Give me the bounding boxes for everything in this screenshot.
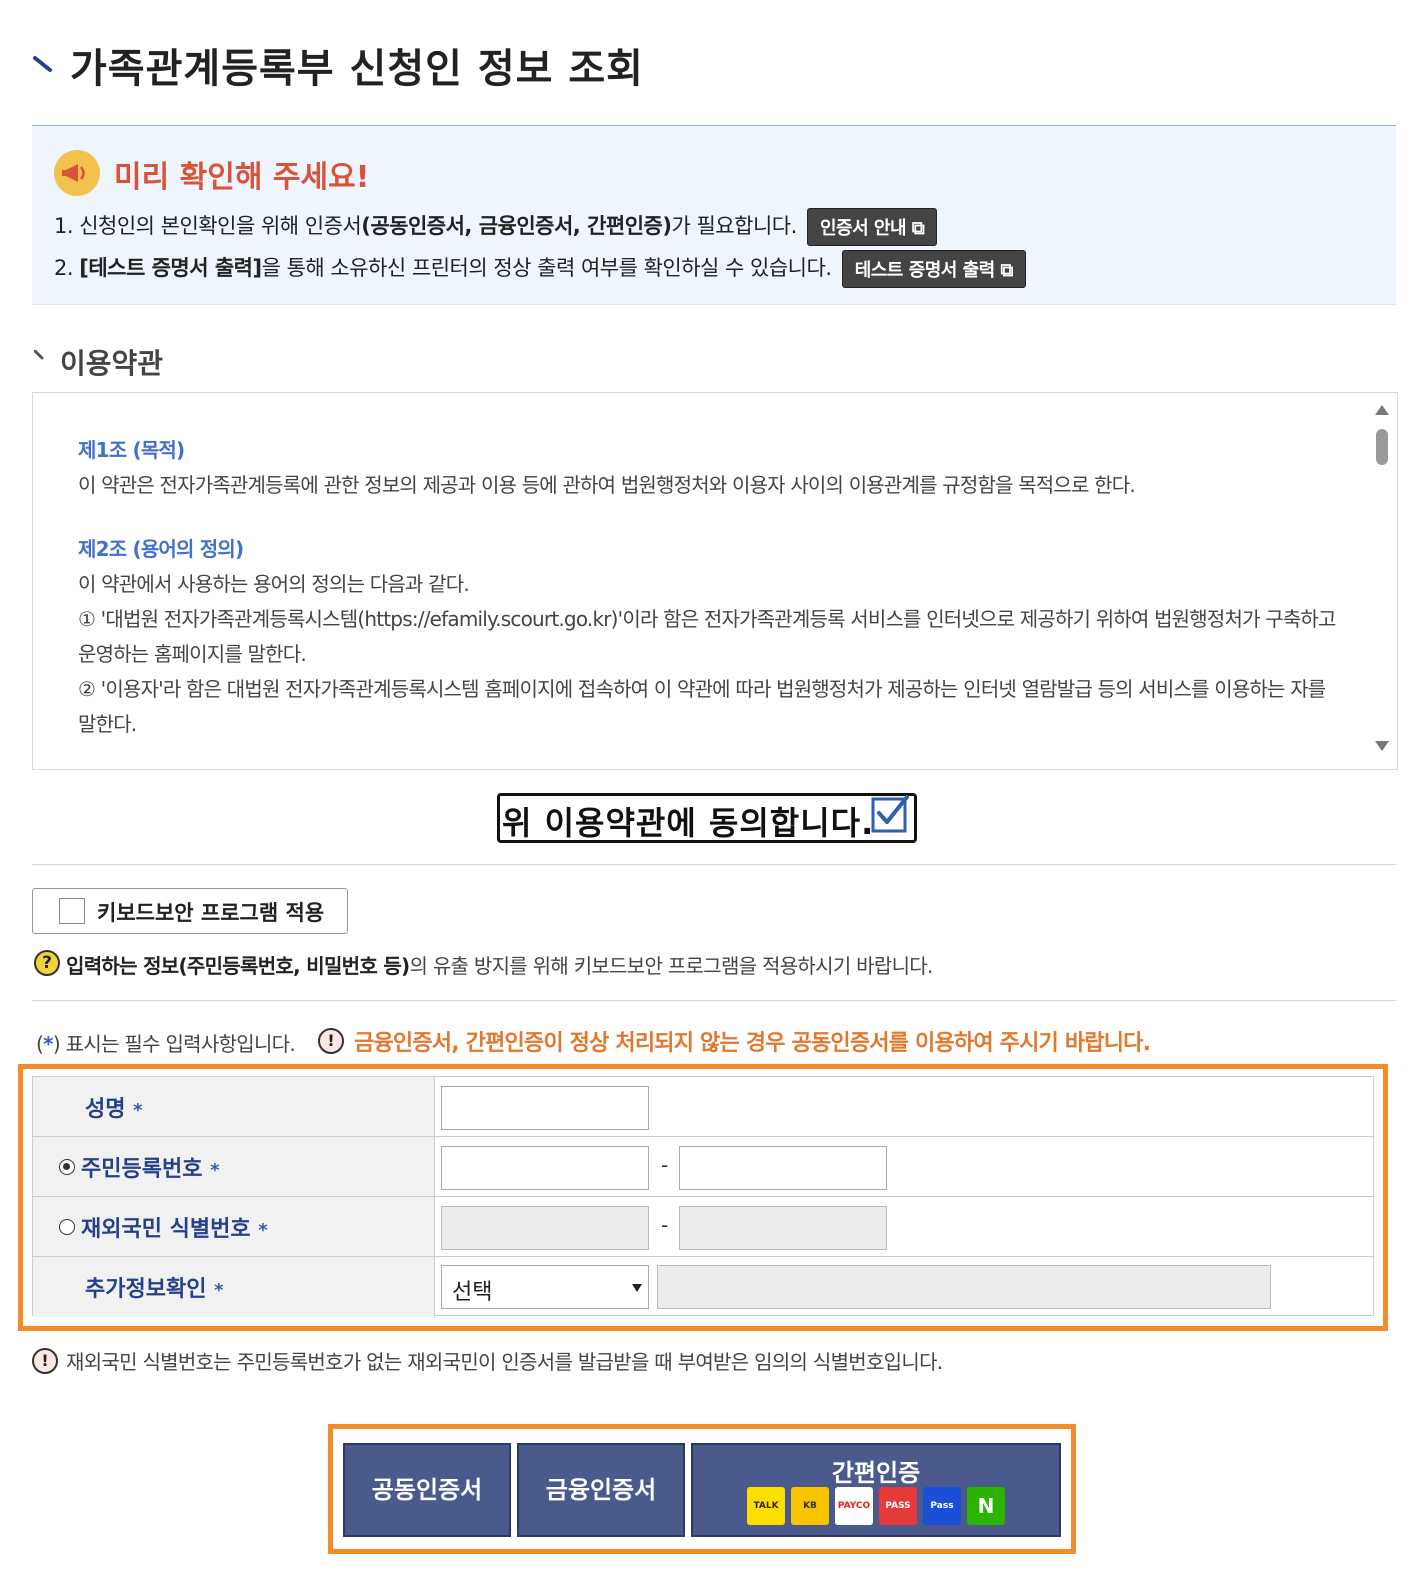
terms-heading: 이용약관 <box>60 347 164 380</box>
name-input[interactable] <box>441 1086 649 1130</box>
foreign-id-note: 재외국민 식별번호는 주민등록번호가 없는 재외국민이 인증서를 발급받을 때 … <box>66 1350 943 1374</box>
cert-guide-button[interactable]: 인증서 안내 ⧉ <box>806 208 938 246</box>
terms-agree-checkbox[interactable]: 위 이용약관에 동의합니다. <box>497 793 917 843</box>
chevron-down-icon <box>632 1284 642 1292</box>
article-2-title: 제2조 (용어의 정의) <box>78 537 244 561</box>
article-2-item-1: ① '대법원 전자가족관계등록시스템(https://efamily.scour… <box>78 607 1336 666</box>
extra-info-select[interactable]: 선택 <box>441 1265 649 1309</box>
naver-icon: N <box>967 1487 1005 1525</box>
notice-line-2: 2. [테스트 증명서 출력]을 통해 소유하신 프린터의 정상 출력 여부를 … <box>54 250 1026 288</box>
applicant-form: 성명 * 주민등록번호 * - 재외국민 식별번호 * - 추가정보확인 * 선… <box>32 1076 1374 1317</box>
terms-scrollbar[interactable] <box>1373 401 1391 757</box>
foreign-header: 재외국민 식별번호 * <box>33 1197 435 1256</box>
terms-box[interactable]: 제1조 (목적) 이 약관은 전자가족관계등록에 관한 정보의 제공과 이용 등… <box>32 392 1398 770</box>
rrn-front-input[interactable] <box>441 1146 649 1190</box>
extra-header: 추가정보확인 * <box>33 1257 435 1317</box>
joint-cert-button[interactable]: 공동인증서 <box>343 1443 511 1537</box>
checkbox-checked-icon[interactable] <box>870 794 910 834</box>
megaphone-icon <box>54 150 100 196</box>
warning-icon: ! <box>32 1348 58 1374</box>
terms-content: 제1조 (목적) 이 약관은 전자가족관계등록에 관한 정보의 제공과 이용 등… <box>78 433 1338 742</box>
notice-line-1: 1. 신청인의 본인확인을 위해 인증서(공동인증서, 금융인증서, 간편인증)… <box>54 208 938 246</box>
rrn-header: 주민등록번호 * <box>33 1137 435 1196</box>
extra-label: 추가정보확인 * <box>85 1277 224 1302</box>
keyboard-help-text: 입력하는 정보(주민등록번호, 비밀번호 등)의 유출 방지를 위해 키보드보안… <box>66 954 933 978</box>
keyboard-security-label: 키보드보안 프로그램 적용 <box>97 901 325 925</box>
page-title: 가족관계등록부 신청인 정보 조회 <box>70 46 644 92</box>
article-1-body: 이 약관은 전자가족관계등록에 관한 정보의 제공과 이용 등에 관하여 법원행… <box>78 473 1136 497</box>
agree-label: 위 이용약관에 동의합니다. <box>502 804 875 842</box>
article-2-item-2: ② '이용자'라 함은 대법원 전자가족관계등록시스템 홈페이지에 접속하여 이… <box>78 677 1326 736</box>
dash: - <box>661 1153 669 1177</box>
extra-select-value: 선택 <box>452 1280 493 1305</box>
article-1-title: 제1조 (목적) <box>78 438 185 462</box>
samsung-pass-icon: Pass <box>923 1487 961 1525</box>
rrn-back-input[interactable] <box>679 1146 887 1190</box>
rrn-radio[interactable] <box>59 1159 75 1175</box>
warning-icon: ! <box>318 1028 344 1054</box>
foreign-label: 재외국민 식별번호 * <box>81 1217 268 1242</box>
row-name: 성명 * <box>33 1077 1373 1137</box>
row-foreign-id: 재외국민 식별번호 * - <box>33 1197 1373 1257</box>
name-label: 성명 * <box>85 1097 143 1122</box>
kb-icon: KB <box>791 1487 829 1525</box>
notice-box: 미리 확인해 주세요! 1. 신청인의 본인확인을 위해 인증서(공동인증서, … <box>32 125 1396 305</box>
simple-auth-button[interactable]: 간편인증 TALK KB PAYCO PASS Pass N <box>691 1443 1061 1537</box>
scroll-down-icon[interactable] <box>1375 741 1389 751</box>
required-note: (*) 표시는 필수 입력사항입니다. <box>36 1032 296 1056</box>
notice-title: 미리 확인해 주세요! <box>114 160 370 195</box>
scroll-thumb[interactable] <box>1376 429 1388 465</box>
pass-icon: PASS <box>879 1487 917 1525</box>
article-2-body: 이 약관에서 사용하는 용어의 정의는 다음과 같다. <box>78 572 470 596</box>
foreign-radio[interactable] <box>59 1219 75 1235</box>
divider <box>32 1000 1396 1001</box>
row-rrn: 주민등록번호 * - <box>33 1137 1373 1197</box>
foreign-front-input <box>441 1206 649 1250</box>
extra-info-input <box>657 1265 1271 1309</box>
rrn-label: 주민등록번호 * <box>81 1157 220 1182</box>
external-link-icon: ⧉ <box>1000 260 1013 281</box>
kakao-icon: TALK <box>747 1487 785 1525</box>
warning-text: 금융인증서, 간편인증이 정상 처리되지 않는 경우 공동인증서를 이용하여 주… <box>354 1031 1151 1056</box>
financial-cert-button[interactable]: 금융인증서 <box>517 1443 685 1537</box>
test-print-button[interactable]: 테스트 증명서 출력 ⧉ <box>841 250 1026 288</box>
title-mark-icon <box>33 56 52 72</box>
question-icon: ? <box>34 950 60 976</box>
row-extra-info: 추가정보확인 * 선택 <box>33 1257 1373 1317</box>
checkbox-icon[interactable] <box>59 898 85 924</box>
scroll-up-icon[interactable] <box>1375 405 1389 415</box>
keyboard-security-checkbox[interactable]: 키보드보안 프로그램 적용 <box>32 888 348 934</box>
divider <box>32 864 1396 865</box>
dash: - <box>661 1213 669 1237</box>
section-mark-icon <box>34 350 44 360</box>
payco-icon: PAYCO <box>835 1487 873 1525</box>
name-header: 성명 * <box>33 1077 435 1136</box>
simple-auth-label: 간편인증 <box>831 1459 921 1487</box>
external-link-icon: ⧉ <box>911 218 925 239</box>
foreign-back-input <box>679 1206 887 1250</box>
